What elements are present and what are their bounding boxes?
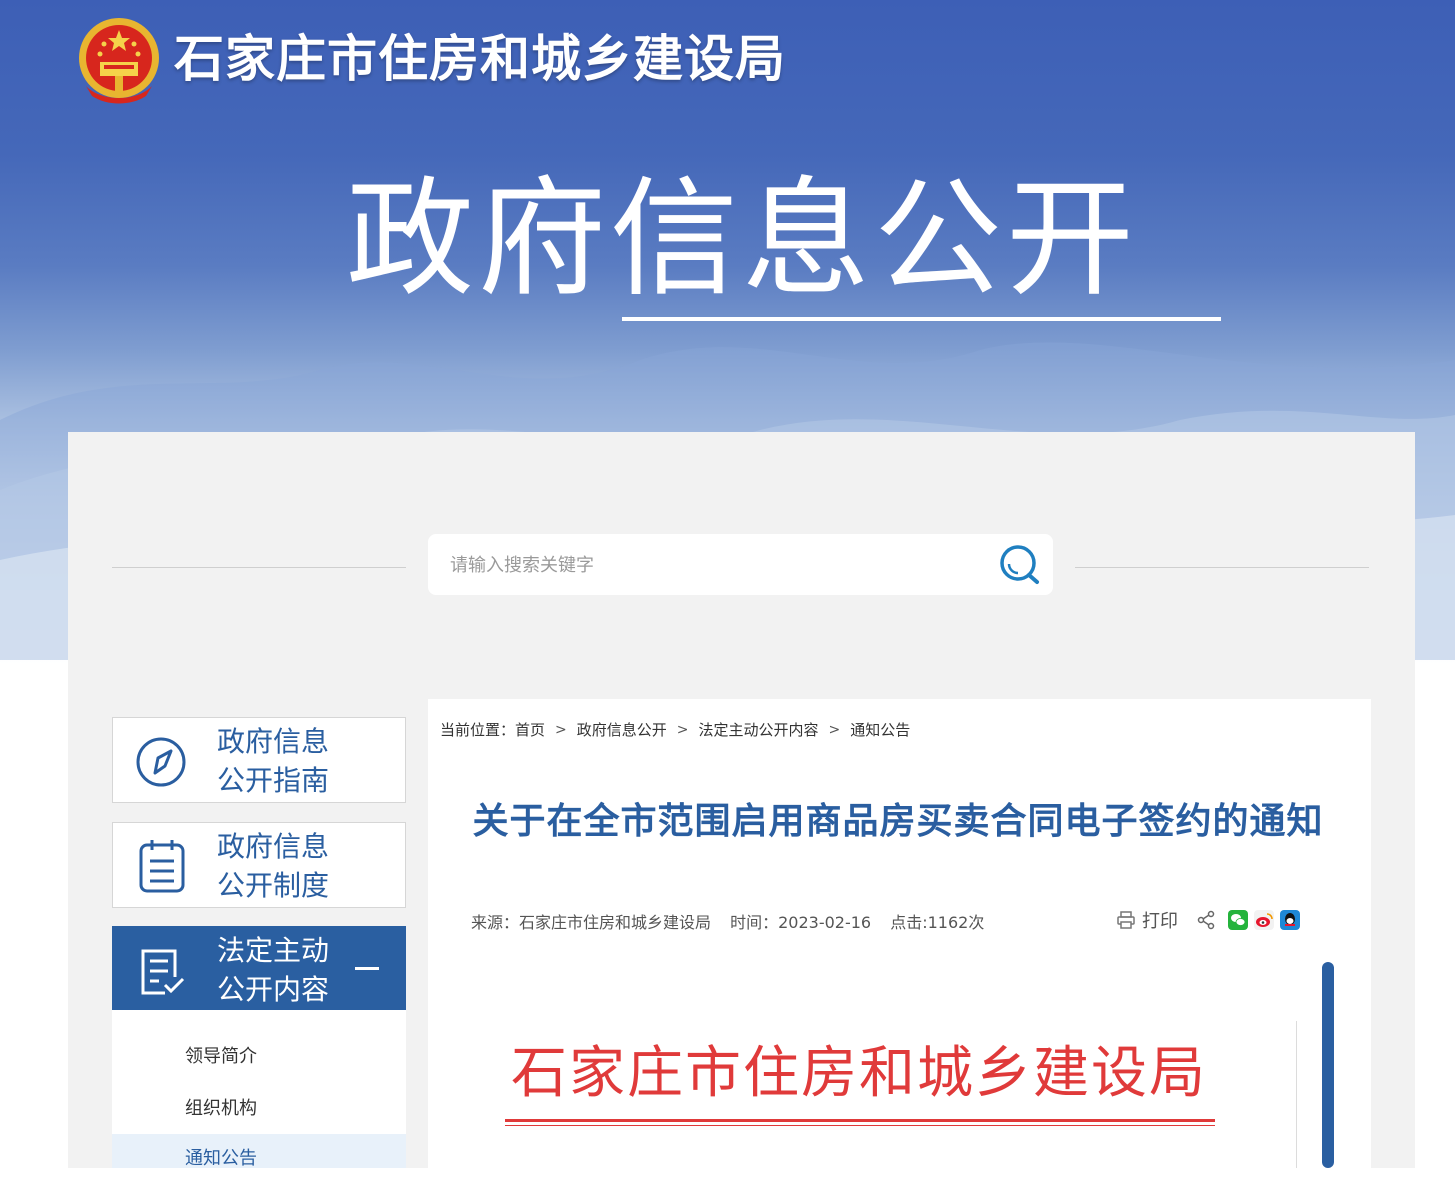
search-divider-left (112, 567, 406, 568)
article-title: 关于在全市范围启用商品房买卖合同电子签约的通知 (472, 801, 1324, 842)
sub-item-organization[interactable]: 组织机构 (112, 1092, 406, 1126)
chevron-right-icon: > (555, 721, 567, 738)
sidebar-item-disclosure-guide[interactable]: 政府信息 公开指南 (112, 717, 406, 803)
breadcrumb-notices[interactable]: 通知公告 (850, 719, 910, 740)
article-source: 来源：石家庄市住房和城乡建设局 (471, 913, 712, 932)
sidebar-item-label: 政府信息 公开制度 (217, 830, 330, 902)
chevron-right-icon: > (676, 721, 689, 738)
wechat-icon[interactable] (1228, 910, 1248, 930)
article-area: 当前位置： 首页 > 政府信息公开 > 法定主动公开内容 > 通知公告 关于在全… (428, 699, 1371, 1168)
sidebar-item-disclosure-system[interactable]: 政府信息 公开制度 (112, 822, 406, 908)
chevron-right-icon: > (828, 721, 841, 738)
breadcrumb: 当前位置： 首页 > 政府信息公开 > 法定主动公开内容 > 通知公告 (440, 719, 910, 740)
document-scrollbar[interactable] (1322, 962, 1334, 1168)
share-icon[interactable] (1196, 910, 1216, 930)
search-input[interactable] (448, 544, 992, 586)
search-icon[interactable] (998, 544, 1042, 586)
print-label: 打印 (1142, 911, 1178, 932)
letterhead-rule-thin (505, 1125, 1215, 1126)
document-frame (1296, 1021, 1297, 1168)
sidebar-item-label: 法定主动 公开内容 (217, 934, 330, 1006)
letterhead-rule (505, 1119, 1215, 1122)
article-clicks: 点击:1162次 (890, 913, 985, 932)
article-meta: 来源：石家庄市住房和城乡建设局 时间：2023-02-16 点击:1162次 (471, 909, 998, 933)
sidebar-item-mandatory-disclosure[interactable]: 法定主动 公开内容 (112, 926, 406, 1010)
article-tools: 打印 (1116, 907, 1300, 933)
document-check-icon (141, 949, 185, 995)
breadcrumb-gov-info[interactable]: 政府信息公开 (577, 719, 667, 740)
qq-icon[interactable] (1280, 910, 1300, 930)
search-divider-right (1075, 567, 1369, 568)
weibo-icon[interactable] (1254, 910, 1274, 930)
sidebar-item-label: 政府信息 公开指南 (217, 725, 330, 797)
collapse-icon[interactable] (355, 967, 379, 970)
national-emblem-icon (79, 18, 159, 104)
document-letterhead: 石家庄市住房和城乡建设局 (511, 1041, 1207, 1106)
print-button[interactable]: 打印 (1116, 907, 1178, 933)
breadcrumb-home[interactable]: 首页 (515, 719, 545, 740)
breadcrumb-mandatory[interactable]: 法定主动公开内容 (699, 719, 819, 740)
sub-item-notices[interactable]: 通知公告 (112, 1134, 406, 1169)
title-underline (622, 317, 1221, 321)
compass-icon (136, 737, 186, 787)
article-time: 时间：2023-02-16 (730, 913, 872, 932)
breadcrumb-prefix: 当前位置： (440, 721, 516, 739)
org-name: 石家庄市住房和城乡建设局 (174, 30, 786, 88)
sub-item-leadership[interactable]: 领导简介 (112, 1040, 406, 1074)
sidebar-sub-list: 领导简介 组织机构 通知公告 (112, 1010, 406, 1169)
printer-icon (1117, 911, 1135, 929)
clipboard-icon (139, 840, 185, 893)
section-title: 政府信息公开 (346, 165, 1139, 314)
search-box (428, 534, 1053, 595)
